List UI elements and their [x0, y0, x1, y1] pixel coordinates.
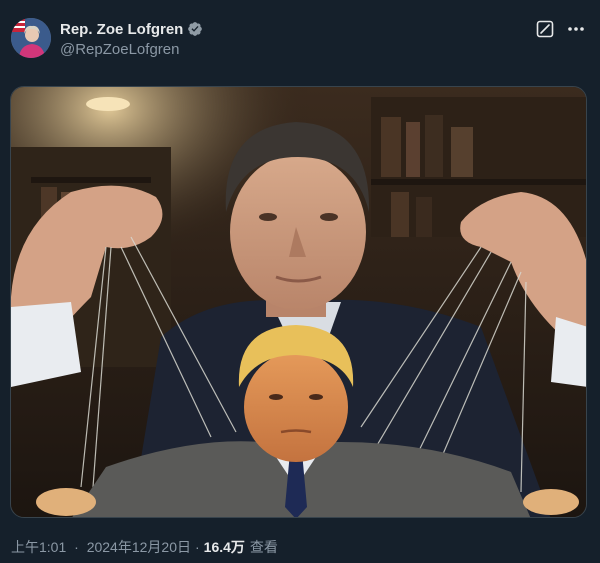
display-name[interactable]: Rep. Zoe Lofgren [60, 21, 183, 38]
tweet-timestamp-link[interactable]: 上午1:01 · 2024年12月20日 [11, 537, 191, 557]
author-names: Rep. Zoe Lofgren @RepZoeLofgren [60, 19, 203, 58]
author-handle[interactable]: @RepZoeLofgren [60, 41, 203, 58]
avatar-image [11, 18, 51, 58]
header-actions [536, 20, 586, 38]
verified-badge-icon[interactable] [187, 21, 203, 37]
photo [11, 87, 586, 517]
name-row: Rep. Zoe Lofgren [60, 19, 203, 39]
tweet-time: 上午1:01 [11, 539, 67, 555]
tweet-meta: 上午1:01 · 2024年12月20日 · 16.4万 查看 [11, 537, 278, 557]
views-count[interactable]: 16.4万 [204, 537, 245, 557]
meta-separator: · [74, 539, 79, 555]
avatar[interactable] [11, 18, 51, 58]
tweet: Rep. Zoe Lofgren @RepZoeLofgren 上午1:01 ·… [0, 0, 600, 563]
grok-icon[interactable] [536, 20, 554, 38]
meta-separator-views: · [195, 539, 200, 555]
views-label[interactable]: 查看 [250, 537, 278, 557]
tweet-header: Rep. Zoe Lofgren @RepZoeLofgren [0, 0, 600, 78]
more-options-icon[interactable] [566, 20, 586, 38]
tweet-date: 2024年12月20日 [86, 539, 191, 555]
tweet-media-image[interactable] [10, 86, 587, 518]
